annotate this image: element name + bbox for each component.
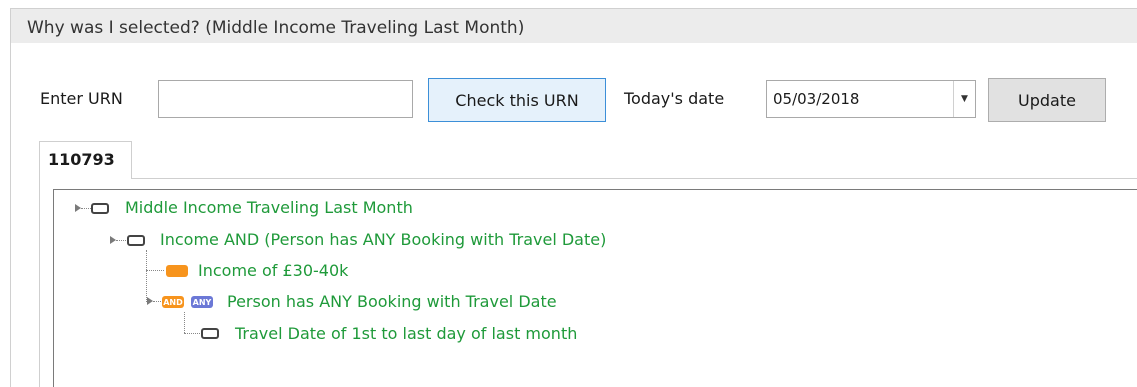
- tab-urn[interactable]: 110793: [39, 141, 132, 179]
- urn-input[interactable]: [158, 80, 413, 118]
- update-button-label: Update: [1018, 90, 1076, 110]
- tab-label: 110793: [48, 150, 115, 169]
- tree-connector: [81, 208, 91, 209]
- tree-node-travel-date[interactable]: Travel Date of 1st to last day of last m…: [235, 324, 577, 343]
- urn-label: Enter URN: [40, 89, 123, 108]
- rule-node-icon: [127, 235, 145, 246]
- tree-connector: [146, 250, 147, 270]
- date-dropdown[interactable]: 05/03/2018 ▼: [766, 80, 976, 118]
- rule-node-icon: [201, 328, 219, 339]
- tree-node-booking[interactable]: Person has ANY Booking with Travel Date: [227, 292, 557, 311]
- tree-connector: [153, 301, 161, 302]
- tree-connector: [184, 333, 200, 334]
- any-badge-icon: ANY: [191, 296, 213, 308]
- check-urn-button-label: Check this URN: [455, 90, 579, 110]
- date-label: Today's date: [624, 89, 725, 108]
- income-filter-icon: [166, 265, 188, 277]
- window-title: Why was I selected? (Middle Income Trave…: [27, 18, 525, 38]
- title-bar: Why was I selected? (Middle Income Trave…: [10, 8, 1137, 44]
- dropdown-arrow-icon[interactable]: ▼: [953, 81, 975, 117]
- update-button[interactable]: Update: [988, 78, 1106, 122]
- tree-node-income[interactable]: Income of £30-40k: [198, 261, 348, 280]
- tree-connector: [184, 312, 185, 333]
- tree-node-root[interactable]: Middle Income Traveling Last Month: [125, 198, 413, 217]
- rule-node-icon: [91, 203, 109, 214]
- check-urn-button[interactable]: Check this URN: [428, 78, 606, 122]
- selection-tree: [53, 189, 1137, 387]
- tree-connector: [116, 240, 126, 241]
- tree-connector: [146, 270, 164, 271]
- and-badge-icon: AND: [162, 296, 184, 308]
- date-value: 05/03/2018: [773, 90, 860, 108]
- tree-node-group[interactable]: Income AND (Person has ANY Booking with …: [160, 230, 606, 249]
